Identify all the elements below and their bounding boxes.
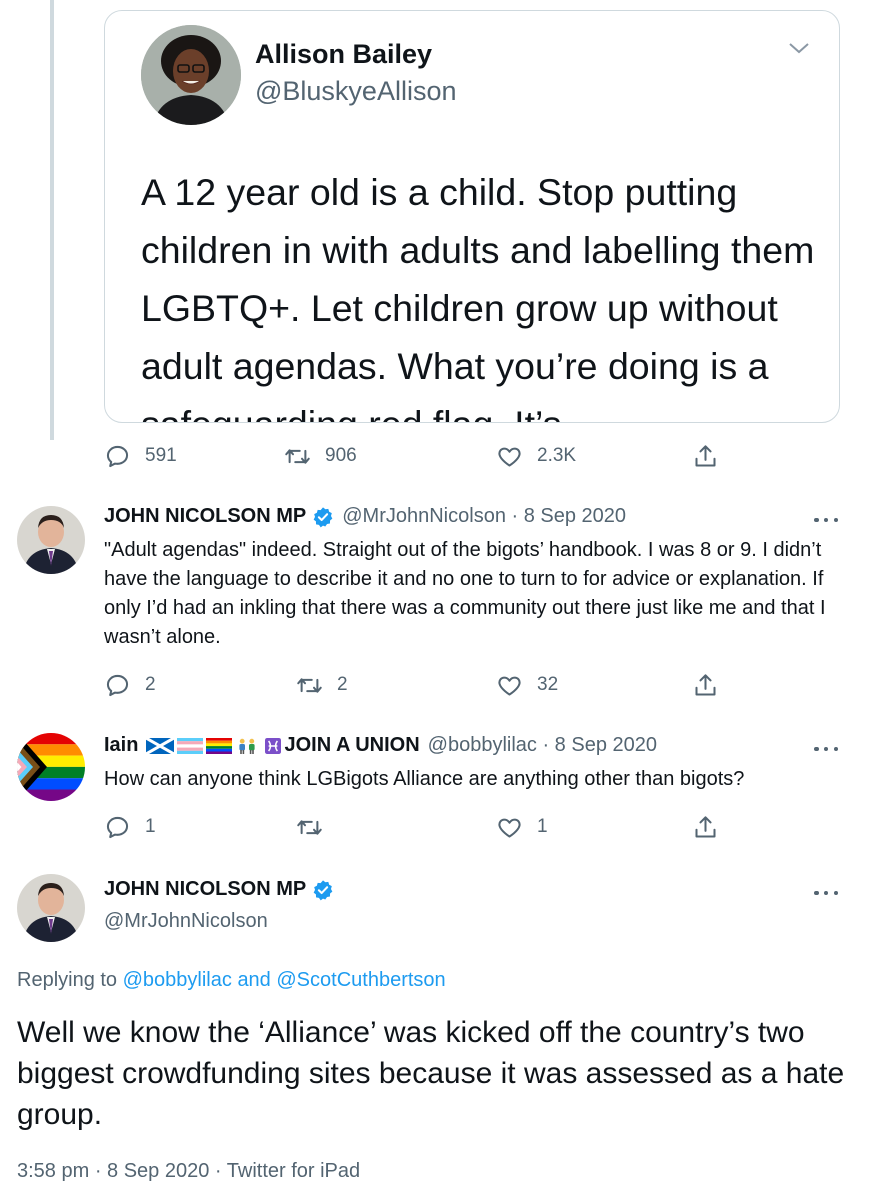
quoted-tweet-card[interactable]: Allison Bailey @BluskyeAllison A 12 year…: [104, 10, 840, 423]
transgender-flag-icon: [177, 737, 204, 754]
more-icon[interactable]: [814, 889, 838, 897]
reply-icon: [106, 816, 129, 838]
quote-action-bar: 591 906 2.3K: [104, 441, 744, 471]
quoted-author-handle[interactable]: @BluskyeAllison: [255, 76, 457, 107]
main-tweet-timestamp[interactable]: 3:58 pm · 8 Sep 2020 · Twitter for iPad: [17, 1160, 360, 1183]
more-icon[interactable]: [814, 745, 838, 753]
replying-user-link[interactable]: @bobbylilac: [123, 969, 232, 991]
pisces-icon: [265, 737, 282, 754]
quoted-avatar[interactable]: [141, 25, 241, 125]
retweet-button[interactable]: 2: [296, 670, 348, 700]
main-author-handle[interactable]: @MrJohnNicolson: [104, 910, 268, 933]
verified-badge-icon: [313, 506, 333, 527]
reply1-author-name[interactable]: JOHN NICOLSON MP: [104, 505, 306, 528]
like-button[interactable]: 32: [496, 670, 558, 700]
heart-icon: [498, 818, 521, 838]
retweet-count: 906: [325, 445, 357, 466]
reply-count: 2: [145, 674, 156, 695]
main-tweet-text: Well we know the ‘Alliance’ was kicked o…: [17, 1016, 845, 1131]
reply-button[interactable]: 591: [104, 441, 177, 471]
reply2-avatar[interactable]: [17, 733, 85, 801]
chevron-down-icon[interactable]: [787, 39, 811, 57]
couple-icon: [239, 738, 256, 754]
thread-connector: [50, 0, 54, 440]
reply1-text: "Adult agendas" indeed. Straight out of …: [104, 539, 826, 648]
replying-prefix: Replying to: [17, 969, 118, 991]
reply-button[interactable]: 1: [104, 812, 156, 842]
reply2-header: Iain JOIN A UNION @bobbylilac · 8 Sep 20…: [104, 734, 657, 757]
replying-and: and: [237, 969, 271, 991]
scotland-flag-icon: [146, 737, 175, 754]
reply-button[interactable]: 2: [104, 670, 156, 700]
more-icon[interactable]: [814, 516, 838, 524]
reply2-author-name[interactable]: Iain: [104, 734, 138, 757]
heart-icon: [498, 676, 521, 696]
reply1-meta[interactable]: @MrJohnNicolson · 8 Sep 2020: [342, 505, 626, 528]
like-count: 2.3K: [537, 445, 577, 466]
reply1-header: JOHN NICOLSON MP @MrJohnNicolson · 8 Sep…: [104, 505, 626, 528]
verified-badge-icon: [313, 879, 333, 900]
like-button[interactable]: 1: [496, 812, 548, 842]
reply-count: 591: [145, 445, 177, 466]
reply2-meta[interactable]: @bobbylilac · 8 Sep 2020: [428, 734, 657, 757]
main-author-name-row[interactable]: JOHN NICOLSON MP: [104, 878, 334, 901]
quoted-tweet-text: A 12 year old is a child. Stop putting c…: [141, 171, 815, 422]
reply2-action-bar: 1 1: [104, 812, 744, 842]
quoted-author-name[interactable]: Allison Bailey: [255, 39, 432, 70]
like-count: 32: [537, 674, 559, 695]
share-button[interactable]: [692, 812, 719, 842]
reply2-text: How can anyone think LGBigots Alliance a…: [104, 768, 745, 790]
reply-icon: [106, 445, 129, 467]
replying-to: Replying to @bobbylilac and @ScotCuthber…: [17, 969, 446, 992]
reply1-avatar[interactable]: [17, 506, 85, 574]
main-avatar[interactable]: [17, 874, 85, 942]
main-author-name[interactable]: JOHN NICOLSON MP: [104, 878, 306, 901]
retweet-button[interactable]: 906: [284, 441, 357, 471]
retweet-icon: [297, 677, 322, 693]
share-button[interactable]: [692, 441, 719, 471]
replying-user-link[interactable]: @ScotCuthbertson: [276, 969, 445, 991]
heart-icon: [498, 447, 521, 467]
share-icon: [695, 673, 716, 696]
retweet-count: 2: [337, 674, 348, 695]
reply1-action-bar: 2 2 32: [104, 670, 744, 700]
retweet-button[interactable]: [296, 812, 337, 842]
like-count: 1: [537, 816, 548, 837]
rainbow-flag-icon: [206, 737, 233, 754]
retweet-icon: [297, 819, 322, 835]
share-icon: [695, 444, 716, 467]
retweet-icon: [285, 448, 310, 464]
share-icon: [695, 815, 716, 838]
reply-count: 1: [145, 816, 156, 837]
reply2-author-suffix[interactable]: JOIN A UNION: [284, 734, 419, 757]
share-button[interactable]: [692, 670, 719, 700]
like-button[interactable]: 2.3K: [496, 441, 576, 471]
reply-icon: [106, 674, 129, 696]
